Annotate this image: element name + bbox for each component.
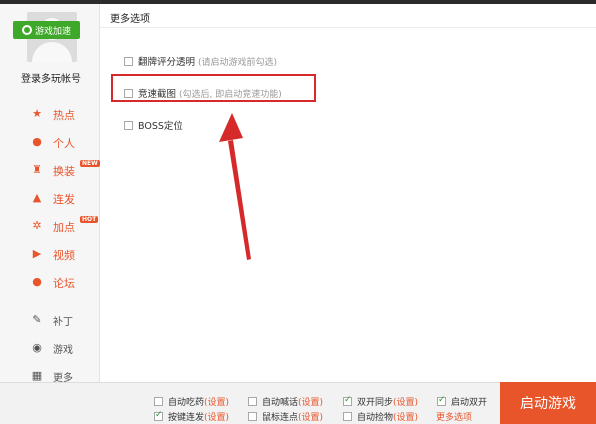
arrow-head xyxy=(219,113,243,142)
sidebar-item-label: 个人 xyxy=(53,137,75,150)
checkbox-checked[interactable] xyxy=(154,410,163,421)
checkbox-checked[interactable] xyxy=(343,395,352,406)
login-link[interactable]: 登录多玩帐号 xyxy=(0,70,102,85)
game-accelerate-button[interactable]: 游戏加速 xyxy=(13,21,80,39)
option-card-flip-transparent[interactable]: 翻牌评分透明 (请启动游戏前勾选) xyxy=(124,54,277,68)
sidebar-item-label: 游戏 xyxy=(53,345,73,356)
settings-link[interactable]: (设置) xyxy=(298,395,323,408)
option-launch-dual[interactable]: 启动双开 xyxy=(437,395,487,408)
checkbox[interactable] xyxy=(154,397,163,406)
option-label: 翻牌评分透明 xyxy=(138,57,196,68)
sidebar-divider xyxy=(0,296,100,306)
checkbox[interactable] xyxy=(248,397,257,406)
option-auto-pickup[interactable]: 自动捡物 (设置) xyxy=(343,410,418,423)
option-boss-locate[interactable]: BOSS定位 xyxy=(124,118,183,132)
checkbox[interactable] xyxy=(124,120,133,130)
sidebar-item-rapid-fire[interactable]: ▲ 连发 xyxy=(0,184,100,212)
more-options-link[interactable]: 更多选项 xyxy=(436,410,472,423)
sidebar-nav: ★ 热点 ● 个人 ♜ 换装 NEW ▲ 连发 ✲ 加点 HOT ▶ 视频 ● … xyxy=(0,100,100,390)
sidebar-item-games[interactable]: ◉ 游戏 xyxy=(0,334,100,362)
option-dual-sync[interactable]: 双开同步 (设置) xyxy=(343,395,418,408)
play-icon: ▶ xyxy=(32,247,42,260)
settings-link[interactable]: (设置) xyxy=(298,410,323,423)
title-divider xyxy=(100,27,596,28)
checkbox-checked[interactable] xyxy=(437,395,446,406)
chat-icon: ● xyxy=(32,275,42,288)
checkbox[interactable] xyxy=(124,56,133,66)
option-label: 自动捡物 xyxy=(357,413,394,423)
page-title: 更多选项 xyxy=(110,14,150,25)
start-game-button[interactable]: 启动游戏 xyxy=(500,382,596,424)
sidebar-item-label: 补丁 xyxy=(53,317,73,328)
checkbox[interactable] xyxy=(248,412,257,421)
sidebar-item-patch[interactable]: ✎ 补丁 xyxy=(0,306,100,334)
sidebar-item-label: 热点 xyxy=(53,109,75,122)
triangle-icon: ▲ xyxy=(32,191,42,204)
sidebar-item-outfit[interactable]: ♜ 换装 NEW xyxy=(0,156,100,184)
option-auto-potion[interactable]: 自动吃药 (设置) xyxy=(154,395,229,408)
grid-icon: ▦ xyxy=(31,369,43,382)
sidebar-item-label: 视频 xyxy=(53,249,75,262)
sidebar-item-label: 连发 xyxy=(53,193,75,206)
wrench-icon: ✎ xyxy=(32,313,42,326)
option-label: 按键连发 xyxy=(168,413,205,423)
option-label: 自动吃药 xyxy=(168,398,205,408)
sidebar-item-hot[interactable]: ★ 热点 xyxy=(0,100,100,128)
star-icon: ★ xyxy=(32,107,42,120)
sidebar-item-video[interactable]: ▶ 视频 xyxy=(0,240,100,268)
sidebar-item-label: 加点 xyxy=(53,221,75,234)
settings-link[interactable]: (设置) xyxy=(393,410,418,423)
option-hint: (请启动游戏前勾选) xyxy=(198,57,278,68)
settings-link[interactable]: (设置) xyxy=(204,395,229,408)
option-key-rapid-fire[interactable]: 按键连发 (设置) xyxy=(154,410,229,423)
sidebar-item-personal[interactable]: ● 个人 xyxy=(0,128,100,156)
sidebar-item-label: 论坛 xyxy=(53,277,75,290)
settings-link[interactable]: (设置) xyxy=(204,410,229,423)
highlight-box xyxy=(111,74,316,102)
option-label: BOSS定位 xyxy=(138,121,183,132)
person-icon: ● xyxy=(32,135,42,148)
avatar-body-shape xyxy=(32,42,72,62)
option-auto-shout[interactable]: 自动喊话 (设置) xyxy=(248,395,323,408)
checkbox[interactable] xyxy=(343,412,352,421)
option-label: 双开同步 xyxy=(357,398,394,408)
shirt-icon: ♜ xyxy=(32,163,42,176)
option-label: 自动喊话 xyxy=(262,398,299,408)
arrow-shaft xyxy=(228,140,251,260)
new-badge: NEW xyxy=(80,160,100,167)
speed-icon xyxy=(21,25,32,35)
settings-link[interactable]: (设置) xyxy=(393,395,418,408)
accelerate-label: 游戏加速 xyxy=(34,26,71,37)
option-mouse-rapid-click[interactable]: 鼠标连点 (设置) xyxy=(248,410,323,423)
sidebar-item-forum[interactable]: ● 论坛 xyxy=(0,268,100,296)
option-label: 鼠标连点 xyxy=(262,413,299,423)
sidebar-item-label: 换装 xyxy=(53,165,75,178)
sidebar-item-points[interactable]: ✲ 加点 HOT xyxy=(0,212,100,240)
sidebar: 登录多玩帐号 ★ 热点 ● 个人 ♜ 换装 NEW ▲ 连发 ✲ 加点 HOT … xyxy=(0,4,102,384)
option-label: 启动双开 xyxy=(451,398,488,408)
crosshair-icon: ✲ xyxy=(32,219,42,232)
hot-badge: HOT xyxy=(80,216,99,223)
gamepad-icon: ◉ xyxy=(32,341,42,354)
